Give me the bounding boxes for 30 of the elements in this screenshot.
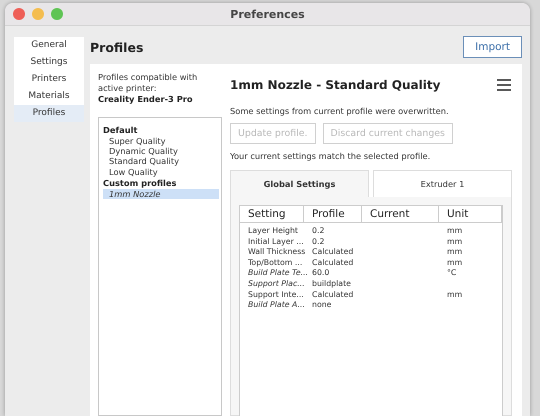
column-header: Unit [439, 206, 502, 222]
group-title: Default [103, 124, 138, 135]
menu-icon[interactable] [496, 78, 512, 92]
overwritten-text: Some settings from current profile were overwritten. [230, 106, 450, 116]
window-control-icon[interactable] [51, 8, 63, 20]
import-button[interactable]: Import [463, 36, 522, 58]
settings-tab[interactable]: Extruder 1 [373, 170, 512, 197]
window-control-icon[interactable] [32, 8, 44, 20]
group-title: Custom profiles [103, 178, 178, 188]
sidebar-item[interactable]: Materials [14, 88, 84, 105]
sidebar-item[interactable]: General [14, 37, 84, 54]
sidebar-item[interactable]: Profiles [14, 105, 84, 122]
profile-item[interactable]: Standard Quality [103, 156, 219, 167]
compatible-text: Profiles compatible with active printer: [98, 72, 198, 94]
window-control-icon[interactable] [13, 8, 25, 20]
window-title: Preferences [230, 8, 305, 20]
settings-tab[interactable]: Global Settings [230, 170, 369, 197]
profile-item[interactable]: Low Quality [103, 166, 219, 177]
profile-item[interactable]: Super Quality [103, 136, 219, 146]
profile-item[interactable]: Dynamic Quality [103, 146, 219, 156]
sidebar-item[interactable]: Settings [14, 54, 84, 71]
sidebar-item[interactable]: Printers [14, 71, 84, 88]
profile-item[interactable]: 1mm Nozzle [103, 189, 219, 200]
profile-title: 1mm Nozzle - Standard Quality [230, 78, 440, 92]
printer-name: Creality Ender-3 Pro [98, 94, 194, 104]
page-heading: Profiles [90, 40, 144, 54]
column-header: Current [362, 206, 439, 222]
column-header: Setting [240, 206, 304, 222]
match-text: Your current settings match the selected profile. [230, 151, 432, 161]
column-header: Profile [304, 206, 362, 222]
